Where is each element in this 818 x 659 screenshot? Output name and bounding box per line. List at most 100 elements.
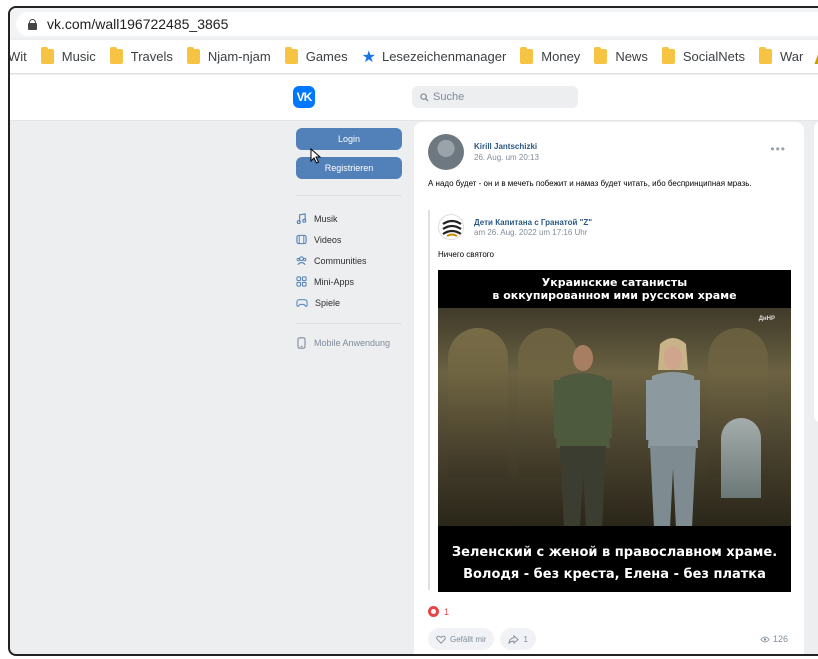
search-placeholder: Suche xyxy=(433,91,465,103)
heart-icon xyxy=(428,606,439,617)
bookmark-money[interactable]: Money xyxy=(520,47,581,64)
bookmark-news[interactable]: News xyxy=(594,47,648,64)
sidebar-item-music[interactable]: Musik xyxy=(296,208,406,229)
folder-icon xyxy=(661,47,675,64)
sidebar-item-label: Musik xyxy=(314,213,338,224)
repost-date[interactable]: am 26. Aug. 2022 um 17:16 Uhr xyxy=(474,228,587,237)
bookmark-label: War xyxy=(779,49,804,64)
folder-icon xyxy=(284,47,298,64)
avatar[interactable] xyxy=(428,134,464,170)
sidebar-item-communities[interactable]: Communities xyxy=(296,250,406,271)
share-icon xyxy=(508,634,520,644)
more-options-icon[interactable]: ••• xyxy=(770,142,786,156)
bookmark-manager[interactable]: ★ Lesezeichenmanager xyxy=(362,47,507,67)
church-photo: ДнНР xyxy=(438,308,791,526)
bookmark-label: Wit xyxy=(8,49,27,64)
sidebar-item-mini-apps[interactable]: Mini-Apps xyxy=(296,271,406,292)
bookmark-label: SocialNets xyxy=(682,49,745,64)
browser-toolbar: vk.com/wall196722485_3865 xyxy=(10,8,818,38)
folder-icon xyxy=(40,47,54,64)
bookmark-socialnets[interactable]: SocialNets xyxy=(661,47,745,64)
repost-author[interactable]: Дети Капитана с Гранатой "Z" xyxy=(474,218,592,227)
image-caption-top: Украинские сатанисты в оккупированном им… xyxy=(438,276,791,302)
right-panel-edge xyxy=(814,122,818,422)
vk-header: VK Suche xyxy=(10,75,818,121)
wall-post: Kirill Jantschizki 26. Aug. um 20:13 •••… xyxy=(414,122,804,654)
bookmark-games[interactable]: Games xyxy=(284,47,348,64)
bookmark-label: Lesezeichenmanager xyxy=(381,49,507,64)
arch-decoration xyxy=(448,328,508,478)
divider xyxy=(296,195,402,196)
sidebar-item-label: Videos xyxy=(314,234,342,245)
gamepad-icon xyxy=(296,299,308,307)
caption-line: в оккупированном ими русском храме xyxy=(492,289,737,302)
star-icon: ★ xyxy=(361,48,376,66)
post-date[interactable]: 26. Aug. um 20:13 xyxy=(474,153,539,162)
apps-icon xyxy=(296,276,307,287)
caption-line: Зеленский с женой в православном храме. xyxy=(451,545,778,560)
post-actions: Gefällt mir 1 xyxy=(428,628,542,650)
views-count: 126 xyxy=(772,634,788,644)
folder-icon xyxy=(594,47,608,64)
bookmark-njam-njam[interactable]: Njam-njam xyxy=(186,47,271,64)
folder-icon xyxy=(186,47,200,64)
phone-icon xyxy=(297,336,306,349)
sidebar-item-videos[interactable]: Videos xyxy=(296,229,406,250)
church-window xyxy=(721,418,761,498)
communities-icon xyxy=(296,256,307,265)
bookmark-label: Music xyxy=(61,49,96,64)
share-button[interactable]: 1 xyxy=(500,628,536,650)
sidebar-item-label: Mobile Anwendung xyxy=(314,337,391,348)
post-image[interactable]: Украинские сатанисты в оккупированном им… xyxy=(438,270,791,592)
post-author[interactable]: Kirill Jantschizki xyxy=(474,142,537,151)
repost-text: Ничего святого xyxy=(438,250,494,259)
watermark: ДнНР xyxy=(758,316,775,322)
post-text: А надо будет - он и в мечеть побежит и н… xyxy=(428,179,752,188)
folder-icon xyxy=(109,47,123,64)
divider xyxy=(296,323,402,324)
caption-line: Володя - без креста, Елена - без платка xyxy=(463,567,766,582)
search-icon xyxy=(420,92,429,102)
folder-icon xyxy=(520,47,534,64)
bookmark-war[interactable]: War xyxy=(758,47,804,64)
sidebar-item-label: Mini-Apps xyxy=(314,276,355,287)
bookmark-travels[interactable]: Travels xyxy=(109,47,173,64)
video-icon xyxy=(296,234,307,245)
bookmark-label: Money xyxy=(541,49,581,64)
man-figure xyxy=(554,345,612,526)
sidebar-item-games[interactable]: Spiele xyxy=(296,292,406,313)
repost-indicator xyxy=(428,210,430,590)
image-caption-bottom: Зеленский с женой в православном храме. … xyxy=(438,542,791,586)
reactions-summary[interactable]: 1 xyxy=(428,606,449,617)
sidebar-item-label: Communities xyxy=(314,255,367,266)
browser-window: vk.com/wall196722485_3865 Wit Music Trav… xyxy=(8,6,818,656)
like-label: Gefällt mir xyxy=(450,634,487,644)
bookmark-label: Travels xyxy=(130,49,173,64)
url-text[interactable]: vk.com/wall196722485_3865 xyxy=(47,16,228,32)
reactions-count: 1 xyxy=(444,606,450,617)
share-count: 1 xyxy=(523,634,528,644)
lock-icon xyxy=(28,18,37,30)
folder-icon xyxy=(758,47,772,64)
caption-line: Украинские сатанисты xyxy=(541,276,688,289)
music-icon xyxy=(296,213,307,224)
search-input[interactable]: Suche xyxy=(412,86,578,108)
bookmark-label: Njam-njam xyxy=(207,49,271,64)
bookmarks-bar: Wit Music Travels Njam-njam Games ★ Lesez… xyxy=(10,40,818,74)
views-counter: 126 xyxy=(760,634,788,644)
like-button[interactable]: Gefällt mir xyxy=(428,628,495,650)
vk-logo[interactable]: VK xyxy=(293,86,315,108)
group-logo-icon xyxy=(440,216,463,239)
bookmark-label: Games xyxy=(305,49,348,64)
eye-icon xyxy=(760,636,770,642)
woman-figure xyxy=(646,338,700,526)
mouse-cursor-icon xyxy=(310,148,322,164)
sidebar-item-label: Spiele xyxy=(315,297,341,308)
bookmark-label: News xyxy=(615,49,648,64)
sidebar-item-mobile-app[interactable]: Mobile Anwendung xyxy=(296,332,406,353)
bookmark-music[interactable]: Music xyxy=(40,47,96,64)
login-button[interactable]: Login xyxy=(296,128,402,150)
address-bar[interactable]: vk.com/wall196722485_3865 xyxy=(16,12,818,36)
bookmark-wit[interactable]: Wit xyxy=(8,49,27,64)
repost-avatar[interactable] xyxy=(438,214,464,240)
